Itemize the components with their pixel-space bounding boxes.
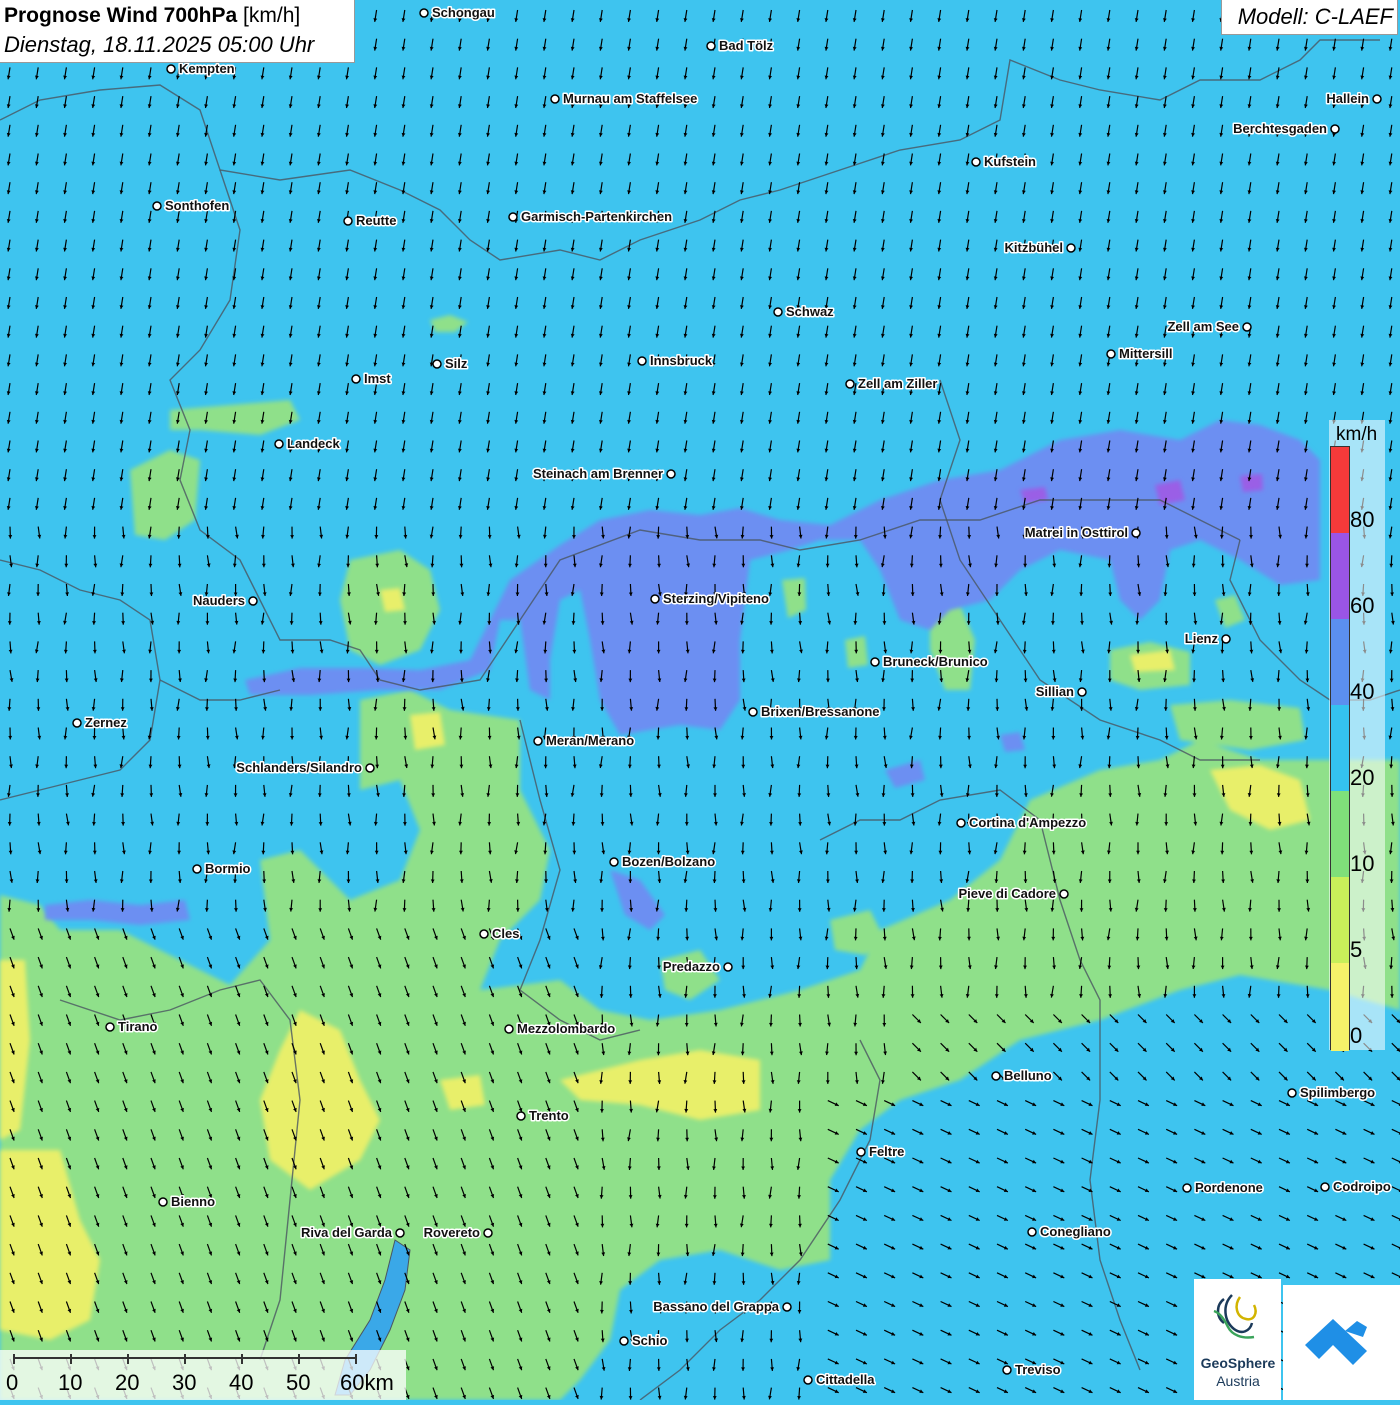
city-label: Mezzolombardo: [517, 1021, 615, 1036]
city-marker: [667, 470, 675, 478]
city-label: Meran/Merano: [546, 733, 634, 748]
city-label: Murnau am Staffelsee: [563, 91, 697, 106]
city-label: Trento: [529, 1108, 569, 1123]
city-label: Zell am Ziller: [858, 376, 937, 391]
city-label: Belluno: [1004, 1068, 1052, 1083]
city-marker: [193, 865, 201, 873]
city-label: Innsbruck: [650, 353, 713, 368]
city-label: Zell am See: [1167, 319, 1239, 334]
city-label: Bruneck/Brunico: [883, 654, 988, 669]
city-marker: [167, 65, 175, 73]
city-label: Tirano: [118, 1019, 158, 1034]
city-label: Berchtesgaden: [1233, 121, 1327, 136]
city-label: Sillian: [1036, 684, 1074, 699]
city-label: Silz: [445, 356, 468, 371]
city-marker: [1288, 1089, 1296, 1097]
city-marker: [275, 440, 283, 448]
city-marker: [366, 764, 374, 772]
city-label: Bienno: [171, 1194, 215, 1209]
wind-map: Schongau Bad Tölz Kempten Murnau am Staffel…: [0, 0, 1400, 1400]
city-label: Bormio: [205, 861, 251, 876]
city-marker: [73, 719, 81, 727]
city-marker: [1078, 688, 1086, 696]
city-label: Kempten: [179, 61, 235, 76]
city-label: Sonthofen: [165, 198, 229, 213]
city-marker: [249, 597, 257, 605]
city-marker: [1132, 529, 1140, 537]
city-marker: [638, 357, 646, 365]
city-label: Kitzbühel: [1005, 240, 1064, 255]
city-label: Landeck: [287, 436, 341, 451]
city-label: Garmisch-Partenkirchen: [521, 209, 672, 224]
city-marker: [551, 95, 559, 103]
city-label: Imst: [364, 371, 391, 386]
city-label: Bozen/Bolzano: [622, 854, 715, 869]
city-label: Bad Tölz: [719, 38, 774, 53]
city-label: Predazzo: [663, 959, 720, 974]
city-marker: [517, 1112, 525, 1120]
city-marker: [534, 737, 542, 745]
city-marker: [749, 708, 757, 716]
city-label: Lienz: [1185, 631, 1219, 646]
city-marker: [992, 1072, 1000, 1080]
city-label: Zernez: [85, 715, 127, 730]
city-label: Codroipo: [1333, 1179, 1391, 1194]
city-marker: [610, 858, 618, 866]
city-label: Matrei in Osttirol: [1025, 525, 1128, 540]
city-marker: [420, 9, 428, 17]
city-marker: [1321, 1183, 1329, 1191]
city-marker: [433, 360, 441, 368]
city-marker: [1222, 635, 1230, 643]
city-marker: [505, 1025, 513, 1033]
city-marker: [1067, 244, 1075, 252]
city-label: Steinach am Brenner: [533, 466, 663, 481]
city-label: Pieve di Cadore: [958, 886, 1056, 901]
city-marker: [724, 963, 732, 971]
city-label: Mittersill: [1119, 346, 1172, 361]
city-label: Schlanders/Silandro: [236, 760, 362, 775]
city-label: Cles: [492, 926, 519, 941]
city-marker: [1107, 350, 1115, 358]
city-label: Pordenone: [1195, 1180, 1263, 1195]
city-marker: [846, 380, 854, 388]
city-marker: [153, 202, 161, 210]
city-label: Feltre: [869, 1144, 904, 1159]
city-marker: [1060, 890, 1068, 898]
city-marker: [857, 1148, 865, 1156]
city-label: Schongau: [432, 5, 495, 20]
city-label: Nauders: [193, 593, 245, 608]
city-label: Schwaz: [786, 304, 834, 319]
city-label: Cortina d'Ampezzo: [969, 815, 1086, 830]
city-marker: [707, 42, 715, 50]
city-label: Reutte: [356, 213, 396, 228]
city-marker: [1183, 1184, 1191, 1192]
city-marker: [1373, 95, 1381, 103]
city-marker: [774, 308, 782, 316]
city-marker: [480, 930, 488, 938]
city-marker: [509, 213, 517, 221]
city-label: Kufstein: [984, 154, 1036, 169]
city-label: Hallein: [1326, 91, 1369, 106]
city-label: Sterzing/Vipiteno: [663, 591, 769, 606]
city-label: Spilimbergo: [1300, 1085, 1375, 1100]
city-marker: [159, 1198, 167, 1206]
city-marker: [344, 217, 352, 225]
city-marker: [957, 819, 965, 827]
city-marker: [1243, 323, 1251, 331]
city-marker: [1331, 125, 1339, 133]
city-marker: [972, 158, 980, 166]
city-marker: [106, 1023, 114, 1031]
city-marker: [352, 375, 360, 383]
city-marker: [651, 595, 659, 603]
city-label: Brixen/Bressanone: [761, 704, 880, 719]
city-marker: [871, 658, 879, 666]
